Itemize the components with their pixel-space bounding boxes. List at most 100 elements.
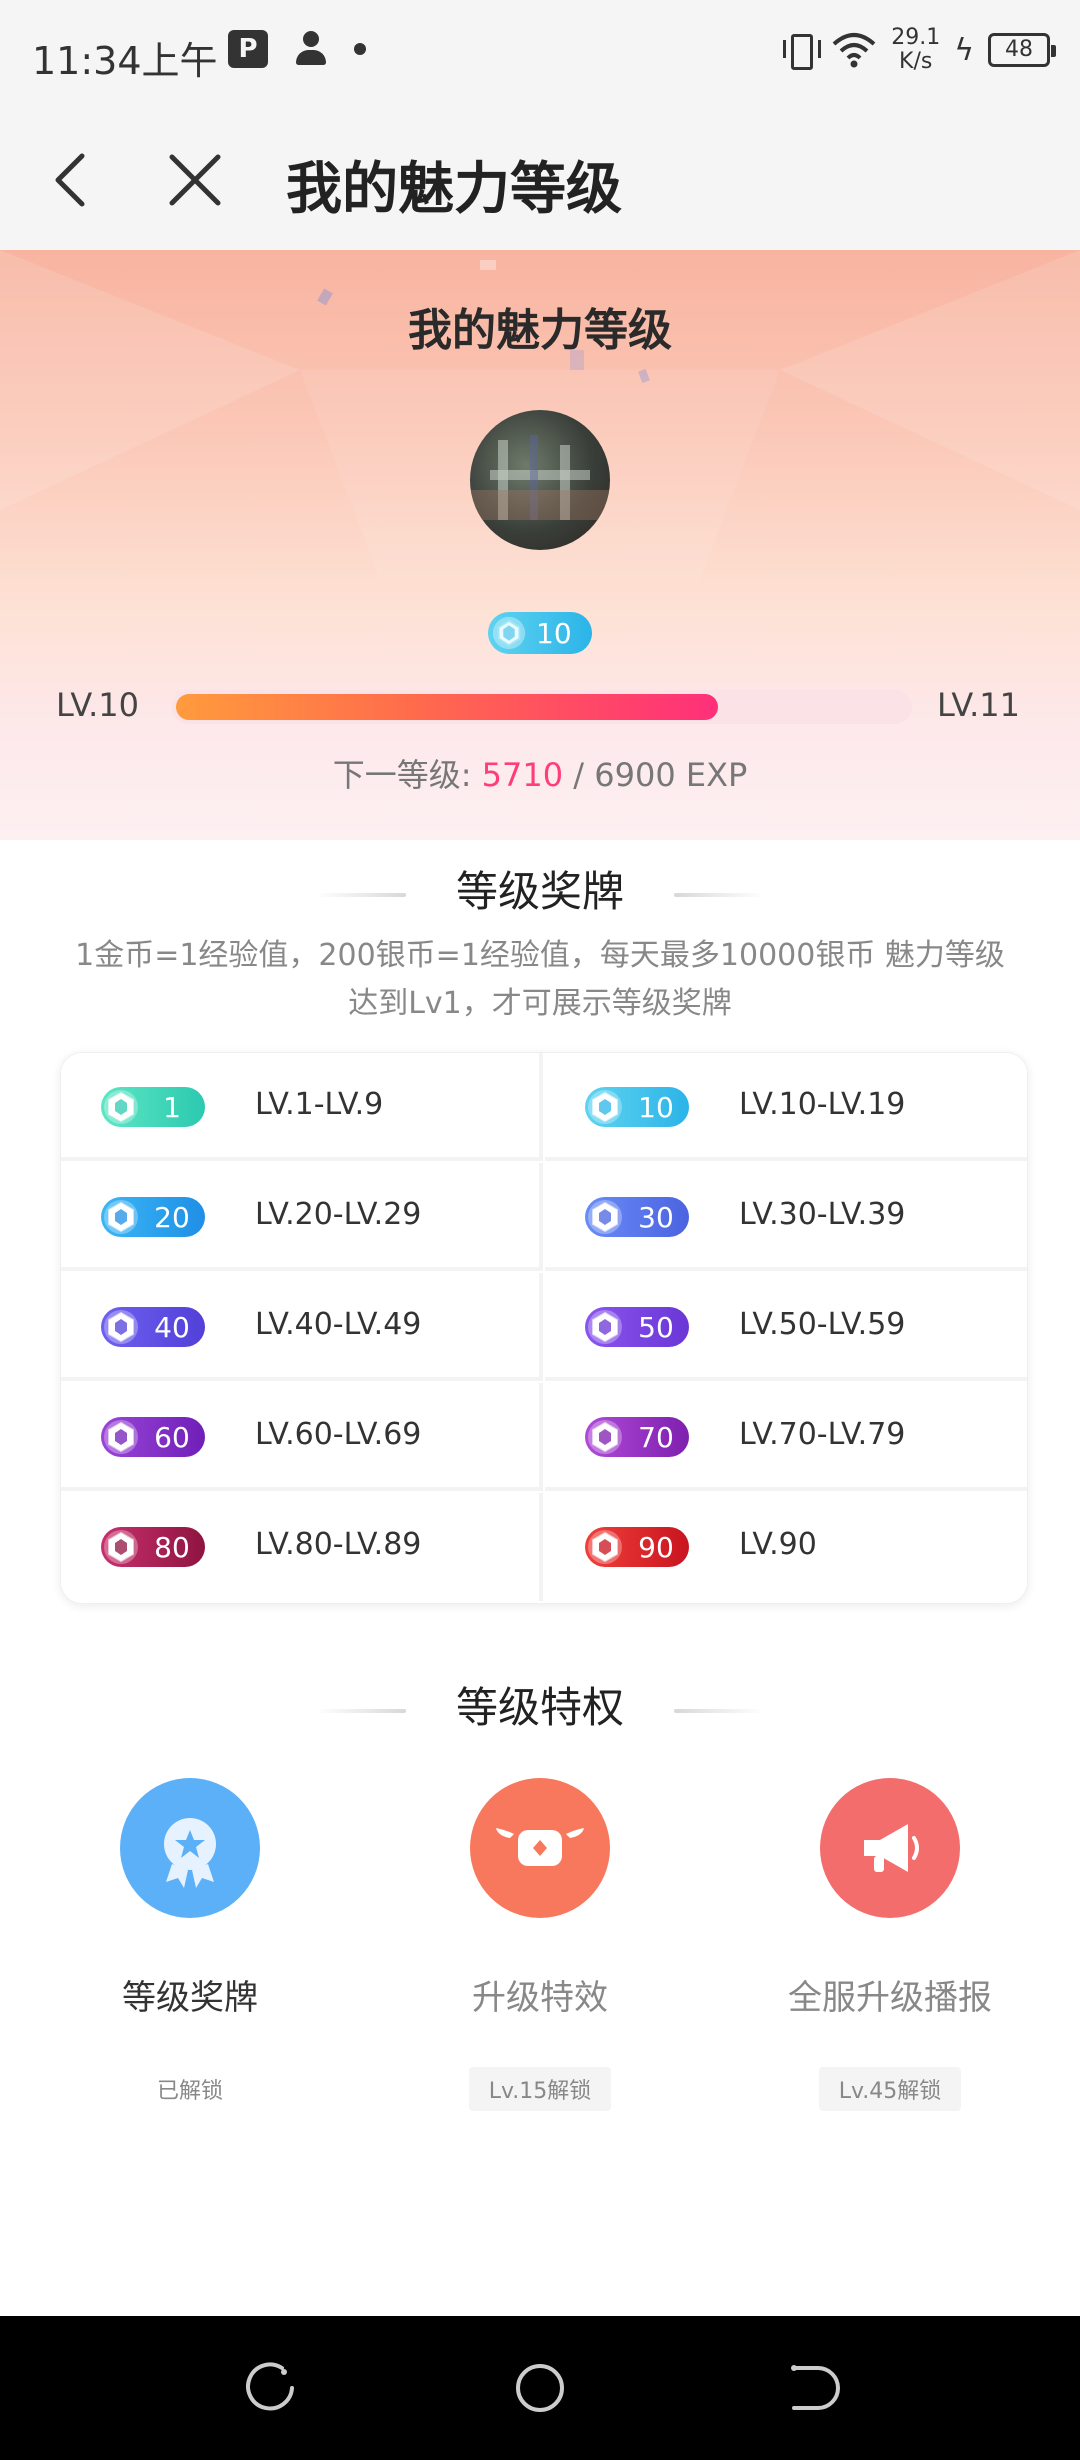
medal-level-row: 80 LV.80-LV.89: [61, 1493, 543, 1601]
privileges-section-title: 等级特权: [0, 1674, 1080, 1735]
app-notification-icon: P: [228, 30, 268, 68]
medal-badge-number: 50: [638, 1310, 674, 1344]
title-deco-right: [674, 892, 764, 897]
medal-badge: 50: [585, 1307, 689, 1347]
status-right-icons: 29.1 K/s ϟ 48: [781, 25, 1056, 74]
medal-badge-number: 40: [154, 1310, 190, 1344]
privilege-name: 等级奖牌: [122, 1978, 258, 2018]
medal-badge: 70: [585, 1417, 689, 1457]
medal-badge-number: 80: [154, 1530, 190, 1564]
charging-icon: ϟ: [954, 32, 974, 68]
medal-badge: 60: [101, 1417, 205, 1457]
medal-gem-icon: [588, 1200, 622, 1234]
app-header: 我的魅力等级: [0, 110, 1080, 250]
medal-badge: 90: [585, 1527, 689, 1567]
medal-gem-icon: [104, 1420, 138, 1454]
current-level-label: LV.10: [56, 686, 139, 724]
status-left-icons: P: [228, 30, 366, 68]
medal-gem-icon: [104, 1530, 138, 1564]
back-nav-icon[interactable]: [778, 2356, 842, 2420]
medal-level-row: 1 LV.1-LV.9: [61, 1053, 543, 1161]
privilege-server-broadcast[interactable]: 全服升级播报 Lv.45解锁: [740, 1778, 1040, 2111]
vibrate-icon: [781, 30, 822, 70]
wifi-icon: [832, 33, 876, 68]
current-level-badge: 10: [488, 612, 592, 654]
medal-badge-number: 70: [638, 1420, 674, 1454]
chevron-left-icon: [55, 153, 85, 207]
medals-description: 1金币=1经验值，200银币=1经验值，每天最多10000银币 魅力等级 达到L…: [75, 938, 1005, 1021]
megaphone-icon: [820, 1778, 960, 1918]
medal-level-row: 90 LV.90: [545, 1493, 1027, 1601]
medal-level-row: 20 LV.20-LV.29: [61, 1163, 543, 1271]
medal-level-range: LV.50-LV.59: [739, 1307, 906, 1342]
exp-current: 5710: [481, 756, 564, 794]
medal-level-range: LV.80-LV.89: [255, 1527, 422, 1562]
medal-badge: 30: [585, 1197, 689, 1237]
privilege-status: Lv.15解锁: [468, 2067, 612, 2111]
medal-level-range: LV.20-LV.29: [255, 1197, 422, 1232]
medal-level-range: LV.10-LV.19: [739, 1087, 906, 1122]
medal-level-row: 10 LV.10-LV.19: [545, 1053, 1027, 1161]
medal-badge: 20: [101, 1197, 205, 1237]
medal-level-row: 50 LV.50-LV.59: [545, 1273, 1027, 1381]
exp-progress-bar: [172, 690, 912, 724]
battery-icon: 48: [988, 33, 1056, 67]
title-deco-left: [315, 1708, 406, 1713]
medal-badge: 80: [101, 1527, 205, 1567]
medal-badge-number: 60: [154, 1420, 190, 1454]
medal-level-table: 1 LV.1-LV.9 10 LV.10-LV.19 20 LV.20-LV.29 30 LV…: [60, 1052, 1028, 1604]
home-icon[interactable]: [508, 2356, 572, 2420]
recent-apps-icon[interactable]: [238, 2356, 302, 2420]
medal-level-range: LV.70-LV.79: [739, 1417, 906, 1452]
medal-level-range: LV.30-LV.39: [739, 1197, 906, 1232]
medal-level-row: 40 LV.40-LV.49: [61, 1273, 543, 1381]
medal-icon: [120, 1778, 260, 1918]
privilege-name: 全服升级播报: [788, 1978, 992, 2018]
system-navigation-bar: [0, 2316, 1080, 2460]
medal-level-row: 70 LV.70-LV.79: [545, 1383, 1027, 1491]
medal-badge: 10: [585, 1087, 689, 1127]
close-icon: [169, 154, 221, 206]
medal-gem-icon: [104, 1310, 138, 1344]
medal-level-row: 30 LV.30-LV.39: [545, 1163, 1027, 1271]
medal-badge-number: 30: [638, 1200, 674, 1234]
privilege-status: 已解锁: [136, 2067, 243, 2111]
back-button[interactable]: [40, 150, 100, 210]
medal-badge: 40: [101, 1307, 205, 1347]
privilege-upgrade-effect[interactable]: 升级特效 Lv.15解锁: [390, 1778, 690, 2111]
status-bar: 11:34上午 P 29.1 K/s ϟ 48: [0, 0, 1080, 110]
title-deco-left: [315, 892, 406, 897]
medal-badge-number: 1: [163, 1090, 181, 1124]
hero-title: 我的魅力等级: [408, 305, 672, 356]
person-icon: [294, 31, 328, 67]
privilege-level-medal[interactable]: 等级奖牌 已解锁: [40, 1778, 340, 2111]
privilege-status: Lv.45解锁: [818, 2067, 962, 2111]
title-deco-right: [674, 1708, 764, 1713]
medal-gem-icon: [588, 1090, 622, 1124]
medals-section-title: 等级奖牌: [0, 858, 1080, 919]
medal-level-range: LV.1-LV.9: [255, 1087, 384, 1122]
level-hero: 我的魅力等级 10 LV.10 LV.11 下一等级: 5710 / 6900 …: [0, 250, 1080, 840]
dot-icon: [354, 43, 366, 55]
current-level-number: 10: [536, 616, 572, 650]
medal-level-range: LV.60-LV.69: [255, 1417, 422, 1452]
page-title: 我的魅力等级: [286, 157, 622, 222]
medal-gem-icon: [588, 1310, 622, 1344]
close-button[interactable]: [160, 150, 230, 210]
avatar[interactable]: [470, 410, 610, 550]
next-level-label: LV.11: [937, 686, 1020, 724]
diamond-icon: [492, 616, 526, 650]
medal-level-range: LV.90: [739, 1527, 817, 1562]
medal-gem-icon: [104, 1090, 138, 1124]
privilege-name: 升级特效: [472, 1978, 608, 2018]
medal-gem-icon: [104, 1200, 138, 1234]
effect-icon: [470, 1778, 610, 1918]
network-speed: 29.1 K/s: [891, 25, 941, 74]
next-level-exp: 下一等级: 5710 / 6900 EXP: [332, 756, 748, 794]
medal-badge-number: 20: [154, 1200, 190, 1234]
exp-progress-fill: [176, 694, 718, 720]
medal-gem-icon: [588, 1530, 622, 1564]
medal-gem-icon: [588, 1420, 622, 1454]
medal-badge-number: 10: [638, 1090, 674, 1124]
medal-badge-number: 90: [638, 1530, 674, 1564]
